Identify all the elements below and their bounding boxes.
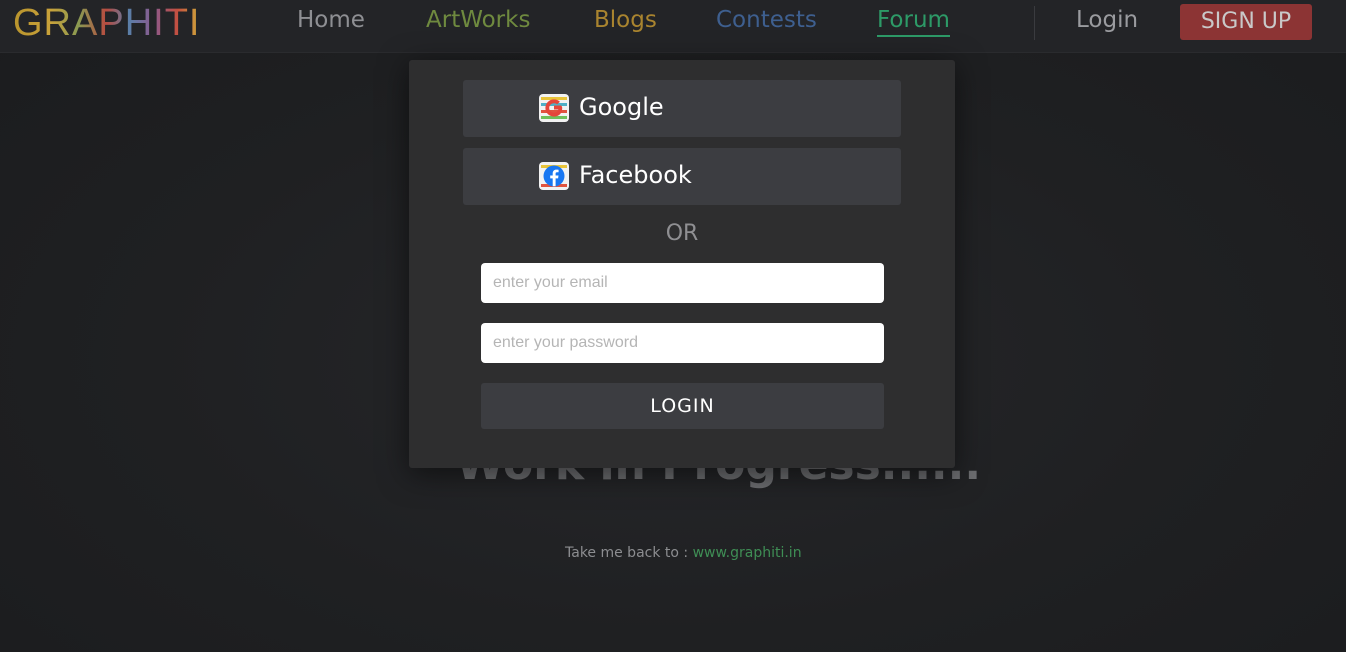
nav-forum[interactable]: Forum <box>877 5 950 37</box>
google-icon <box>539 94 569 122</box>
nav-login[interactable]: Login <box>1076 5 1138 35</box>
google-login-button[interactable]: Google <box>463 80 901 137</box>
email-field[interactable] <box>481 263 884 303</box>
nav-divider <box>1034 6 1035 40</box>
take-back-label: Take me back to : <box>565 545 693 561</box>
take-back-text: Take me back to : www.graphiti.in <box>565 545 802 561</box>
login-modal: Google Facebook OR LOGIN <box>409 60 955 468</box>
google-label: Google <box>579 93 664 121</box>
top-navbar: GRAPHITI Home ArtWorks Blogs Contests Fo… <box>0 0 1346 53</box>
nav-contests[interactable]: Contests <box>716 5 817 35</box>
nav-blogs[interactable]: Blogs <box>594 5 657 35</box>
facebook-label: Facebook <box>579 161 692 189</box>
page: GRAPHITI Home ArtWorks Blogs Contests Fo… <box>0 0 1346 652</box>
password-field[interactable] <box>481 323 884 363</box>
signup-button[interactable]: SIGN UP <box>1180 4 1312 40</box>
nav-artworks[interactable]: ArtWorks <box>426 5 530 35</box>
facebook-icon <box>539 162 569 190</box>
facebook-login-button[interactable]: Facebook <box>463 148 901 205</box>
graphiti-home-link[interactable]: www.graphiti.in <box>693 545 802 561</box>
or-divider-text: OR <box>665 221 699 246</box>
nav-home[interactable]: Home <box>297 5 365 35</box>
graphiti-logo[interactable]: GRAPHITI <box>13 1 200 45</box>
login-button[interactable]: LOGIN <box>481 383 884 429</box>
